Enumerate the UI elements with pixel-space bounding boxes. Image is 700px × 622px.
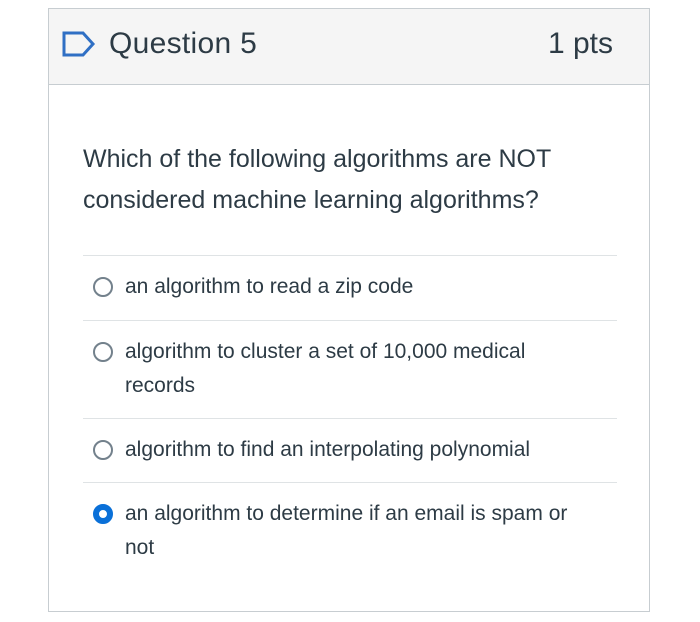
question-header: Question 5 1 pts: [49, 9, 649, 85]
answer-list: an algorithm to read a zip code algorith…: [83, 255, 617, 580]
answer-label[interactable]: an algorithm to determine if an email is…: [125, 497, 595, 565]
question-text: Which of the following algorithms are NO…: [83, 145, 551, 214]
answer-label[interactable]: algorithm to find an interpolating polyn…: [125, 433, 595, 467]
answer-option-3[interactable]: algorithm to find an interpolating polyn…: [83, 418, 617, 482]
radio-button-selected[interactable]: [93, 504, 113, 524]
answer-option-1[interactable]: an algorithm to read a zip code: [83, 255, 617, 320]
radio-button[interactable]: [93, 440, 113, 460]
answer-label[interactable]: an algorithm to read a zip code: [125, 270, 595, 304]
answer-option-2[interactable]: algorithm to cluster a set of 10,000 med…: [83, 320, 617, 418]
radio-button[interactable]: [93, 342, 113, 362]
radio-button[interactable]: [93, 277, 113, 297]
flag-outline-icon[interactable]: [61, 30, 97, 58]
answer-option-4[interactable]: an algorithm to determine if an email is…: [83, 482, 617, 580]
question-points: 1 pts: [547, 27, 613, 60]
question-title: Question 5: [109, 27, 258, 60]
question-card: Question 5 1 pts Which of the following …: [48, 8, 650, 612]
answer-label[interactable]: algorithm to cluster a set of 10,000 med…: [125, 335, 595, 403]
